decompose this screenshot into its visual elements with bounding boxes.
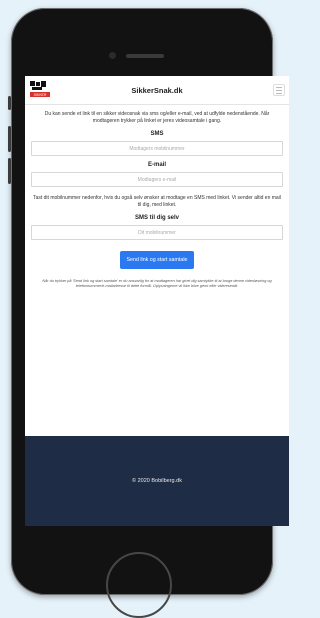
- front-camera-icon: [109, 52, 116, 59]
- top-navbar: SIKKER SikkerSnak.dk: [25, 76, 289, 105]
- phone-screen: SIKKER SikkerSnak.dk Du kan sende et lin…: [25, 76, 289, 526]
- sikkersnak-logo-icon[interactable]: SIKKER: [29, 80, 51, 98]
- logo-caption: SIKKER: [34, 93, 47, 97]
- volume-down-button: [8, 158, 11, 184]
- intro-text: Du kan sende et link til en sikker video…: [44, 111, 270, 124]
- own-mobile-input[interactable]: [31, 225, 283, 240]
- email-label: E-mail: [147, 162, 166, 168]
- site-title: SikkerSnak.dk: [131, 85, 183, 95]
- self-sms-label: SMS til dig selv: [134, 215, 179, 221]
- recipient-email-input[interactable]: [31, 172, 283, 187]
- footer: © 2020 Bobilberg.dk: [25, 436, 289, 526]
- send-link-button[interactable]: Send link og start samtale: [119, 251, 195, 269]
- home-button[interactable]: [106, 552, 172, 618]
- self-sms-info-text: Tast dit mobilnummer nedenfor, hvis du o…: [33, 195, 281, 208]
- hamburger-menu-icon[interactable]: [273, 84, 285, 96]
- consent-disclaimer: Når du trykker på 'Send link og start sa…: [42, 279, 272, 289]
- sms-label: SMS: [150, 131, 164, 137]
- mute-switch: [8, 96, 11, 110]
- volume-up-button: [8, 126, 11, 152]
- speaker-grille: [126, 54, 164, 58]
- footer-copyright: © 2020 Bobilberg.dk: [132, 478, 182, 484]
- main-form: Du kan sende et link til en sikker video…: [25, 105, 289, 290]
- recipient-mobile-input[interactable]: [31, 141, 283, 156]
